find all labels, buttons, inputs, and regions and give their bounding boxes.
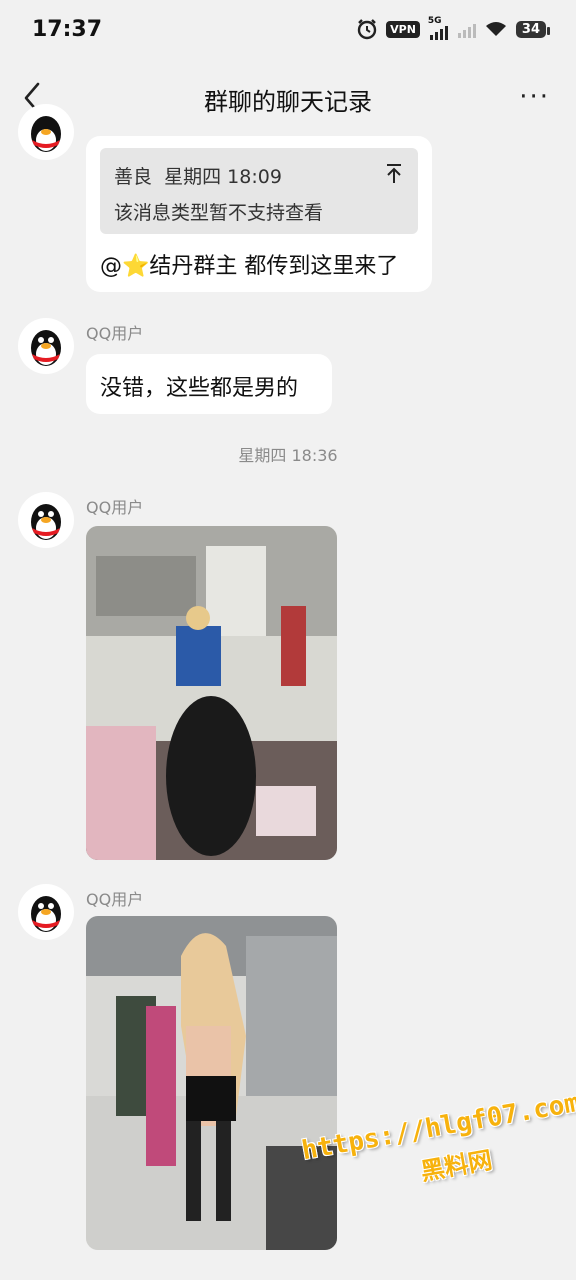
timestamp: 星期四 18:36 — [238, 446, 338, 465]
sender-name: QQ用户 — [86, 890, 144, 909]
more-options-button[interactable]: ··· — [519, 82, 550, 112]
penguin-icon — [31, 896, 61, 932]
quote-author: 善良 — [114, 166, 153, 188]
title-bar: 群聊的聊天记录 ··· — [0, 62, 576, 134]
penguin-icon — [31, 504, 61, 540]
watermark-name: 黑料网 — [418, 1145, 495, 1187]
page-title: 群聊的聊天记录 — [204, 88, 372, 116]
signal-5g-icon: 5G — [428, 16, 450, 40]
status-icons: VPN 5G 34 — [356, 16, 551, 40]
quoted-message[interactable]: 善良 星期四 18:09 该消息类型暂不支持查看 — [100, 148, 418, 234]
alarm-icon — [357, 19, 377, 40]
jump-to-top-icon[interactable] — [384, 162, 404, 184]
message-text: 没错，这些都是男的 — [100, 376, 299, 401]
status-bar: 17:37 VPN 5G 34 — [0, 0, 576, 62]
message-bubble[interactable]: 善良 星期四 18:09 该消息类型暂不支持查看 @⭐结丹群主 都传到这里来了 — [86, 136, 432, 292]
wifi-icon — [485, 22, 506, 36]
avatar[interactable] — [18, 318, 74, 374]
status-time: 17:37 — [32, 17, 103, 42]
message-text: @⭐结丹群主 都传到这里来了 — [100, 254, 399, 279]
battery-icon: 34 — [515, 20, 551, 38]
signal-icon — [457, 20, 476, 38]
vpn-badge: VPN — [386, 20, 420, 38]
message-bubble[interactable]: 没错，这些都是男的 — [86, 354, 332, 414]
quote-meta: 善良 星期四 18:09 — [114, 162, 282, 189]
avatar[interactable] — [18, 492, 74, 548]
message-photo[interactable] — [86, 526, 337, 860]
avatar[interactable] — [18, 104, 74, 160]
message-photo[interactable] — [86, 916, 337, 1250]
sender-name: QQ用户 — [86, 324, 144, 343]
penguin-icon — [31, 116, 61, 152]
quote-time: 星期四 18:09 — [164, 166, 282, 188]
penguin-icon — [31, 330, 61, 366]
photo-image — [86, 916, 337, 1250]
avatar[interactable] — [18, 884, 74, 940]
photo-image — [86, 526, 337, 860]
sender-name: QQ用户 — [86, 498, 144, 517]
quote-text: 该消息类型暂不支持查看 — [114, 202, 324, 224]
